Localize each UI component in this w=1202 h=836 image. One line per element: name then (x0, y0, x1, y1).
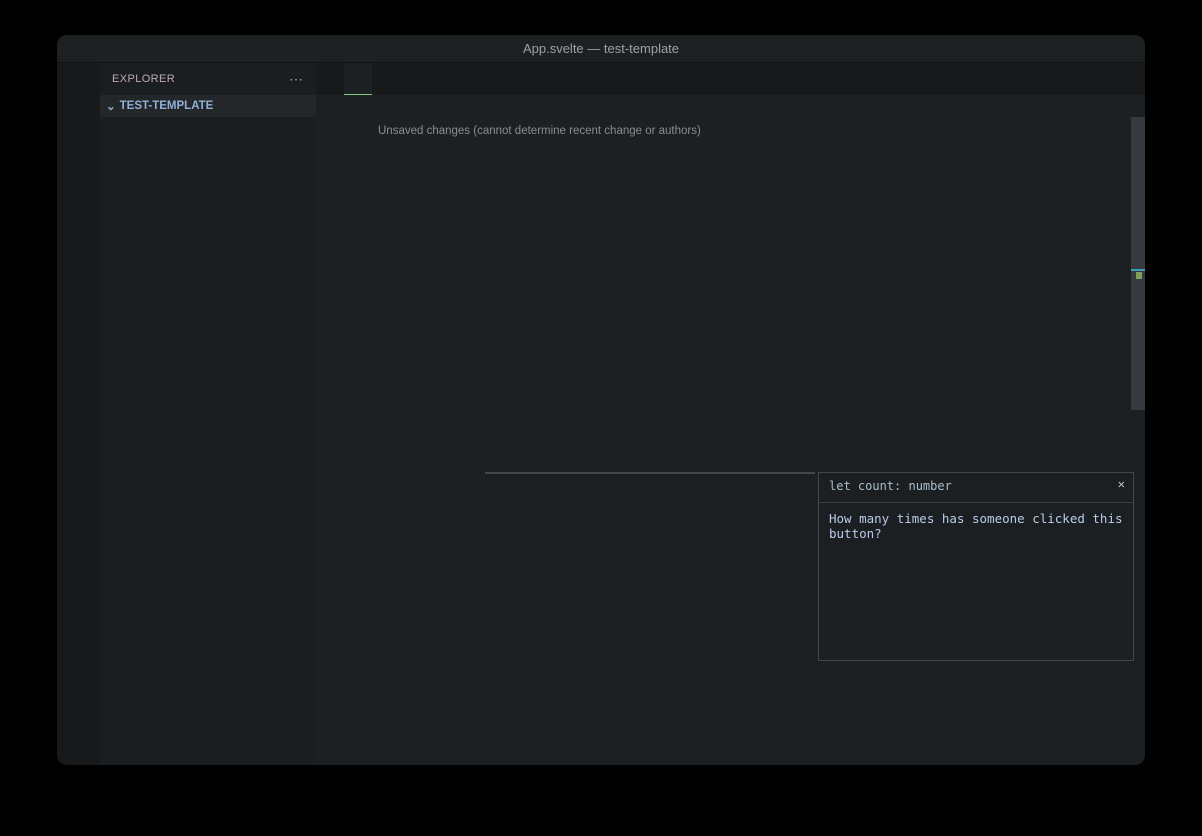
overview-ruler[interactable] (1131, 117, 1145, 765)
title-bar[interactable]: App.svelte — test-template (57, 35, 1145, 63)
project-name: TEST-TEMPLATE (120, 100, 214, 112)
activity-bar (57, 63, 100, 765)
explorer-more-actions-icon[interactable]: ⋯ (289, 71, 304, 88)
suggest-widget (485, 472, 815, 474)
close-button[interactable] (67, 43, 79, 55)
suggest-doc: How many times has someone clicked this … (829, 511, 1123, 541)
project-section-header[interactable]: ⌄ TEST-TEMPLATE (100, 95, 316, 117)
tab-app-svelte[interactable] (344, 63, 372, 95)
window-controls (67, 43, 119, 55)
breadcrumb[interactable] (316, 95, 1145, 117)
explorer-title: EXPLORER (112, 73, 175, 85)
tab-welcome[interactable] (316, 63, 344, 95)
chevron-down-icon: ⌄ (106, 99, 116, 113)
vscode-window: App.svelte — test-template EXPLORER ⋯ ⌄ … (57, 35, 1145, 765)
suggest-signature: let count: number (829, 479, 1123, 493)
ruler-modified-marker (1136, 272, 1142, 279)
code-editor[interactable]: Unsaved changes (cannot determine recent… (316, 117, 1145, 765)
blame-annotation: Unsaved changes (cannot determine recent… (316, 123, 1145, 140)
minimize-button[interactable] (87, 43, 99, 55)
tab-bar (316, 63, 1145, 95)
explorer-sidebar: EXPLORER ⋯ ⌄ TEST-TEMPLATE (100, 63, 316, 765)
close-icon[interactable]: ✕ (1118, 477, 1125, 491)
scrollbar-thumb[interactable] (1131, 117, 1145, 410)
editor-group: Unsaved changes (cannot determine recent… (316, 63, 1145, 765)
window-title: App.svelte — test-template (57, 41, 1145, 56)
zoom-button[interactable] (107, 43, 119, 55)
editor-actions (1117, 63, 1145, 95)
suggest-details-panel: let count: number ✕ How many times has s… (818, 472, 1134, 661)
ruler-cursor-marker (1131, 269, 1145, 271)
